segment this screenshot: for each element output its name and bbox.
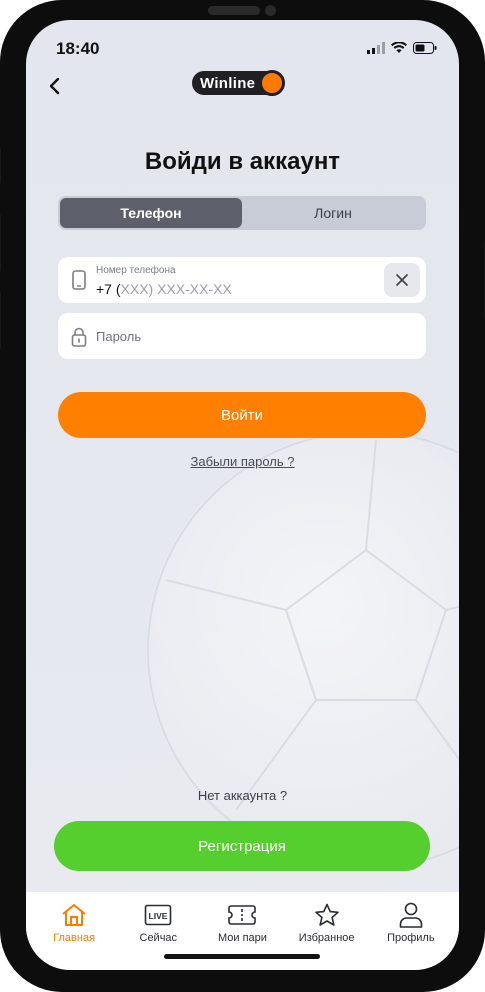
phone-icon <box>70 269 88 291</box>
tab-my-bets-label: Мои пари <box>217 932 267 944</box>
live-icon: LIVE <box>144 902 172 928</box>
signal-icon <box>367 42 385 54</box>
tab-home[interactable]: Главная <box>34 892 114 970</box>
front-camera <box>265 5 276 16</box>
clear-phone-button[interactable] <box>384 263 420 297</box>
password-field[interactable]: Пароль <box>58 313 426 359</box>
tab-phone[interactable]: Телефон <box>60 198 242 228</box>
star-icon <box>313 902 341 928</box>
logo-dot-icon <box>259 70 286 96</box>
phone-field-label: Номер телефона <box>96 265 176 276</box>
volume-down-button <box>0 292 1 350</box>
register-button[interactable]: Регистрация <box>54 821 430 871</box>
password-placeholder: Пароль <box>96 329 142 344</box>
tab-live-label: Сейчас <box>139 932 178 944</box>
no-account-text: Нет аккаунта ? <box>197 788 288 803</box>
phone-field-value: +7 (XXX) XXX-XX-XX <box>96 281 232 297</box>
ticket-icon <box>228 902 257 928</box>
login-method-segment: Телефон Логин <box>58 196 426 230</box>
background-ball-decoration <box>146 430 459 870</box>
tab-favorites-label: Избранное <box>298 932 355 944</box>
chevron-left-icon <box>49 77 60 95</box>
logo-text: Winline <box>200 74 256 92</box>
home-indicator <box>164 954 320 959</box>
person-icon <box>397 902 425 928</box>
phone-mask: XXX) XXX-XX-XX <box>120 281 232 297</box>
status-time: 18:40 <box>56 39 100 58</box>
tab-profile[interactable]: Профиль <box>371 892 451 970</box>
phone-frame: 18:40 Winline Войди в аккаунт Телефон Ло… <box>0 0 485 992</box>
speaker <box>208 6 260 15</box>
volume-up-button <box>0 214 1 272</box>
status-icons <box>367 42 437 54</box>
home-icon <box>60 902 88 928</box>
tab-home-label: Главная <box>53 932 96 944</box>
winline-logo: Winline <box>192 70 286 96</box>
battery-icon <box>413 42 437 54</box>
tab-login[interactable]: Логин <box>242 198 424 228</box>
live-badge-text: LIVE <box>149 911 168 921</box>
forgot-password-link[interactable]: Забыли пароль ? <box>26 454 459 469</box>
wifi-icon <box>391 42 407 53</box>
phone-field[interactable]: Номер телефона +7 (XXX) XXX-XX-XX <box>58 257 426 303</box>
phone-prefix: +7 ( <box>96 281 121 297</box>
status-bar: 18:40 <box>26 20 459 70</box>
page-title: Войди в аккаунт <box>144 148 341 175</box>
close-icon <box>396 274 408 286</box>
tab-profile-label: Профиль <box>387 932 435 944</box>
lock-icon <box>70 326 88 348</box>
mute-switch <box>0 148 1 184</box>
login-button[interactable]: Войти <box>58 392 426 438</box>
app-screen: 18:40 Winline Войди в аккаунт Телефон Ло… <box>26 20 459 970</box>
back-button[interactable] <box>40 72 68 100</box>
